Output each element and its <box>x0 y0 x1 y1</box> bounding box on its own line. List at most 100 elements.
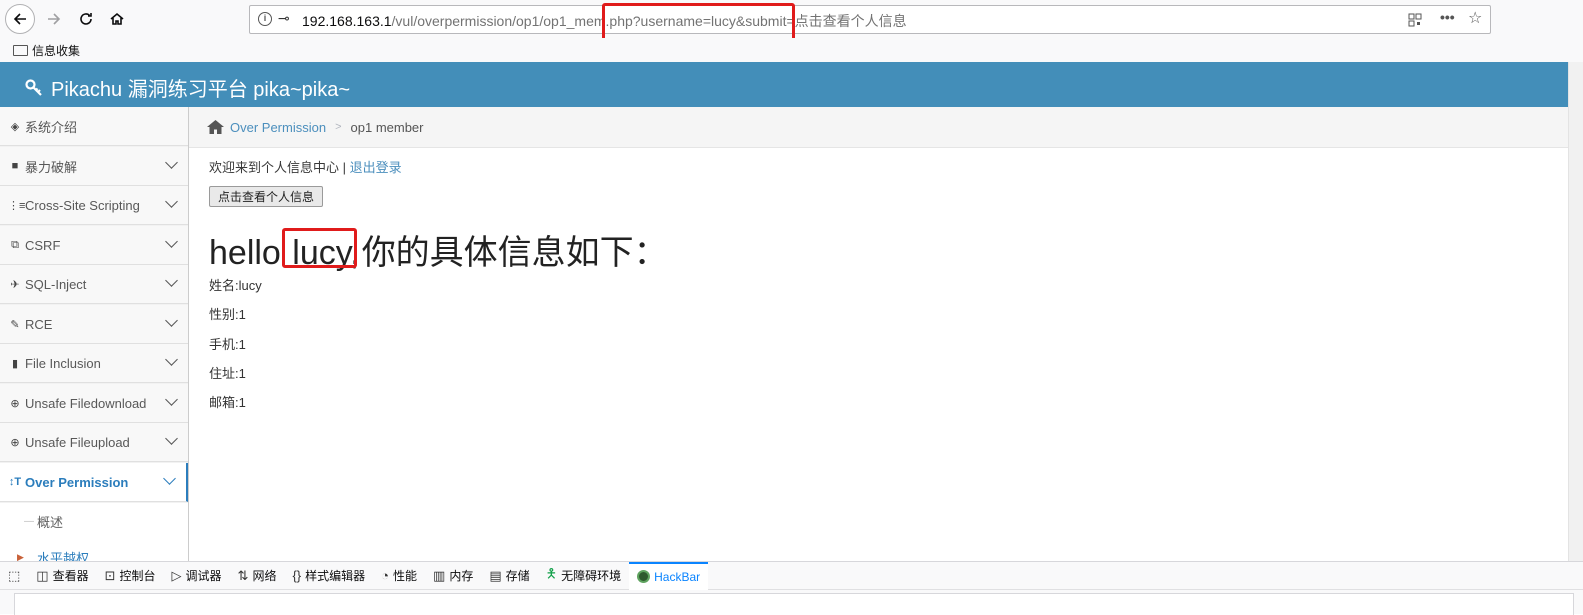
network-icon: ⇅ <box>237 567 249 583</box>
sidebar-item-over-permission[interactable]: ↕T Over Permission <box>0 463 188 502</box>
element-picker-button[interactable]: ⬚ <box>0 562 28 590</box>
info-gender: 性别:1 <box>209 307 246 322</box>
tab-storage[interactable]: ▤ 存储 <box>481 562 537 590</box>
sidebar-subitem-label: 水平越权 <box>37 550 90 562</box>
hackbar-icon <box>637 570 651 583</box>
share-icon: ⧉ <box>11 238 19 251</box>
breadcrumb-link-over-permission[interactable]: Over Permission <box>230 120 326 135</box>
sidebar-item-label: 暴力破解 <box>25 159 78 175</box>
welcome-text: 欢迎来到个人信息中心 | <box>209 160 350 175</box>
app-title-text: Pikachu 漏洞练习平台 pika~pika~ <box>51 79 351 101</box>
console-icon: ⊡ <box>104 567 116 583</box>
reload-icon <box>80 13 92 25</box>
tab-console[interactable]: ⊡ 控制台 <box>97 562 164 590</box>
sidebar-item-file-inclusion[interactable]: ▮ File Inclusion <box>0 344 188 383</box>
folder-icon <box>13 45 28 56</box>
url-host: 192.168.163.1 <box>302 13 392 29</box>
chevron-down-icon <box>165 353 178 366</box>
tab-label: 性能 <box>393 569 418 583</box>
upload-icon: ⊕ <box>10 436 20 449</box>
list-icon: ⋮≡ <box>8 199 26 212</box>
caret-right-icon: ▶ <box>17 551 24 562</box>
more-actions-icon[interactable]: ••• <box>1440 9 1455 25</box>
browser-toolbar: i ⊸ 192.168.163.1/vul/overpermission/op1… <box>0 0 1583 44</box>
sidebar-item-label: File Inclusion <box>25 355 101 371</box>
qr-code-icon[interactable] <box>1408 13 1422 27</box>
tab-label: 调试器 <box>185 569 222 583</box>
home-button[interactable] <box>103 5 131 33</box>
forward-button[interactable] <box>40 5 68 33</box>
hackbar-toolbar <box>14 593 1574 615</box>
sidebar-item-rce[interactable]: ✎ RCE <box>0 305 188 344</box>
view-info-button[interactable]: 点击查看个人信息 <box>209 186 324 207</box>
tab-memory[interactable]: ▥ 内存 <box>425 562 481 590</box>
url-bar[interactable]: i ⊸ 192.168.163.1/vul/overpermission/op1… <box>249 5 1491 34</box>
main-content: 欢迎来到个人信息中心 | 退出登录 点击查看个人信息 hello lucy,你的… <box>209 157 1549 410</box>
chevron-down-icon <box>165 393 178 406</box>
sidebar-subitem-horizontal-privilege[interactable]: ▶ 水平越权 <box>0 539 188 561</box>
sidebar-item-unsafe-fileupload[interactable]: ⊕ Unsafe Fileupload <box>0 423 188 462</box>
sidebar-item-sql-inject[interactable]: ✈ SQL-Inject <box>0 265 188 304</box>
arrow-left-icon <box>13 13 26 25</box>
logout-link[interactable]: 退出登录 <box>350 160 402 175</box>
page-scrollbar[interactable] <box>1568 62 1583 561</box>
chevron-down-icon <box>165 274 178 287</box>
bookmark-folder-label: 信息收集 <box>32 44 81 58</box>
plane-icon: ✈ <box>10 278 20 291</box>
info-address: 住址:1 <box>209 366 246 381</box>
tab-label: 查看器 <box>52 569 89 583</box>
bookmark-folder[interactable]: 信息收集 <box>13 42 80 59</box>
chevron-down-icon <box>165 195 178 208</box>
sidebar-item-csrf[interactable]: ⧉ CSRF <box>0 226 188 265</box>
tab-label: 无障碍环境 <box>561 569 622 583</box>
hello-suffix: 你的具体信息如下： <box>361 234 668 272</box>
sidebar-item-xss[interactable]: ⋮≡ Cross-Site Scripting <box>0 186 188 225</box>
key-icon: ⊸ <box>278 10 290 26</box>
tab-performance[interactable]: ◔ 性能 <box>373 562 425 590</box>
tab-style-editor[interactable]: {} 样式编辑器 <box>284 562 373 590</box>
picker-icon: ⬚ <box>8 567 21 583</box>
tab-hackbar[interactable]: HackBar <box>629 561 709 590</box>
chevron-down-icon <box>163 472 176 485</box>
info-icon[interactable]: i <box>258 12 272 26</box>
sidebar-item-unsafe-filedownload[interactable]: ⊕ Unsafe Filedownload <box>0 384 188 423</box>
sidebar-subitem-label: 概述 <box>37 514 64 530</box>
info-name: 姓名:lucy <box>209 278 262 293</box>
tab-label: 控制台 <box>119 569 156 583</box>
app-header: Pikachu 漏洞练习平台 pika~pika~ <box>0 62 1568 107</box>
devtools-panel: ⬚ ◫ 查看器 ⊡ 控制台 ▷ 调试器 ⇅ 网络 {} 样式编辑器 ◔ 性能 ▥ 内存 ▤ 存储… <box>0 561 1583 615</box>
gauge-icon: ◔ <box>381 568 390 583</box>
chevron-down-icon <box>165 314 178 327</box>
sidebar-item-label: Unsafe Fileupload <box>25 434 130 450</box>
tab-network[interactable]: ⇅ 网络 <box>230 562 285 590</box>
bookmark-star-icon[interactable]: ☆ <box>1468 8 1482 28</box>
devtools-tabs: ⬚ ◫ 查看器 ⊡ 控制台 ▷ 调试器 ⇅ 网络 {} 样式编辑器 ◔ 性能 ▥ 内存 ▤ 存储… <box>0 561 1583 590</box>
tab-accessibility[interactable]: 🯅 无障碍环境 <box>538 562 629 590</box>
chevron-down-icon <box>165 432 178 445</box>
info-phone: 手机:1 <box>209 337 246 352</box>
tab-label: 样式编辑器 <box>305 569 366 583</box>
dash-icon: — <box>24 515 34 527</box>
tags-icon: ◈ <box>10 120 20 133</box>
tab-inspector[interactable]: ◫ 查看器 <box>28 562 96 590</box>
arrow-right-icon <box>48 13 61 25</box>
reload-button[interactable] <box>72 5 100 33</box>
sidebar-subitem-overview[interactable]: — 概述 <box>0 503 188 539</box>
hello-heading: hello lucy,你的具体信息如下： <box>209 225 668 274</box>
sidebar-item-label: 系统介绍 <box>25 119 78 135</box>
sidebar-item-brute-force[interactable]: ■ 暴力破解 <box>0 147 188 186</box>
download-icon: ⊕ <box>10 397 20 410</box>
sidebar-item-label: RCE <box>25 316 53 332</box>
app-title[interactable]: Pikachu 漏洞练习平台 pika~pika~ <box>25 73 350 102</box>
memory-icon: ▥ <box>433 567 446 583</box>
sidebar-item-label: SQL-Inject <box>25 276 87 292</box>
pencil-icon: ✎ <box>10 318 20 331</box>
accessibility-icon: 🯅 <box>545 565 558 581</box>
back-button[interactable] <box>5 4 35 34</box>
text-height-icon: ↕T <box>8 476 22 488</box>
hello-prefix: hello <box>209 234 281 272</box>
sidebar-item-label: Over Permission <box>25 474 129 490</box>
tab-debugger[interactable]: ▷ 调试器 <box>164 562 230 590</box>
sidebar-item-intro[interactable]: ◈ 系统介绍 <box>0 107 188 146</box>
tab-label: HackBar <box>654 569 701 584</box>
